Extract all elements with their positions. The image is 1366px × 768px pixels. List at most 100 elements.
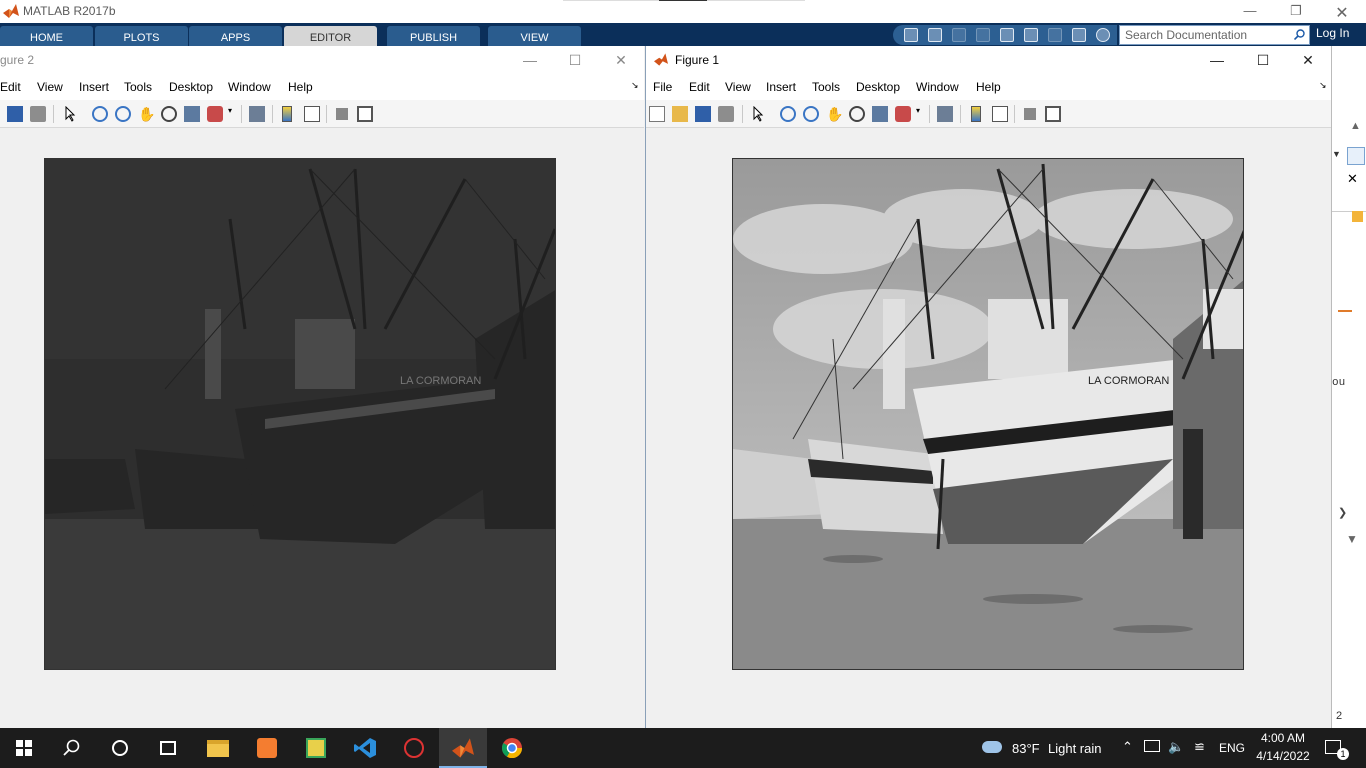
brush-dropdown-icon[interactable]: ▾ <box>228 106 236 122</box>
tab-plots[interactable]: PLOTS <box>95 26 188 46</box>
data-cursor-icon[interactable] <box>872 106 888 122</box>
copy-icon[interactable] <box>976 28 990 42</box>
zoom-out-icon[interactable] <box>115 106 131 122</box>
paste-icon[interactable] <box>1000 28 1014 42</box>
new-figure-icon[interactable] <box>649 106 665 122</box>
search-icon[interactable] <box>1347 147 1365 165</box>
wifi-icon[interactable]: ≌ <box>1194 739 1205 755</box>
close-icon[interactable]: ✕ <box>1347 171 1358 187</box>
menu-help[interactable]: Help <box>288 80 313 94</box>
search-button[interactable] <box>48 728 96 768</box>
network-drive-icon[interactable] <box>1144 740 1160 752</box>
pan-icon[interactable]: ✋ <box>138 106 155 122</box>
weather-temperature[interactable]: 83°F <box>1012 741 1040 756</box>
tab-home[interactable]: HOME <box>0 26 93 46</box>
rotate-icon[interactable] <box>849 106 865 122</box>
menu-view[interactable]: View <box>37 80 63 94</box>
menu-desktop[interactable]: Desktop <box>169 80 213 94</box>
redo-icon[interactable] <box>1048 28 1062 42</box>
restore-button[interactable]: ❐ <box>1276 3 1316 19</box>
colorbar-icon[interactable] <box>282 106 292 122</box>
colorbar-icon[interactable] <box>971 106 981 122</box>
menu-window[interactable]: Window <box>228 80 271 94</box>
language-indicator[interactable]: ENG <box>1219 741 1245 755</box>
cut-icon[interactable] <box>952 28 966 42</box>
help-icon[interactable] <box>1096 28 1110 42</box>
figure-2-image-axes[interactable]: LA CORMORAN <box>44 158 556 670</box>
dock-arrow-icon[interactable]: ↘ <box>631 80 639 91</box>
rotate-icon[interactable] <box>161 106 177 122</box>
collapse-arrow-icon[interactable]: ▲ <box>1350 120 1361 132</box>
link-plot-icon[interactable] <box>249 106 265 122</box>
undo-icon[interactable] <box>1024 28 1038 42</box>
dock-arrow-icon[interactable]: ↘ <box>1319 80 1327 91</box>
dropdown-arrow-icon[interactable]: ▼ <box>1332 149 1341 159</box>
legend-icon[interactable] <box>992 106 1008 122</box>
tab-publish[interactable]: PUBLISH <box>387 26 480 46</box>
menu-edit[interactable]: Edit <box>689 80 710 94</box>
search-icon[interactable] <box>1294 29 1305 40</box>
hide-plot-tools-icon[interactable] <box>336 108 348 120</box>
data-cursor-icon[interactable] <box>184 106 200 122</box>
menu-help[interactable]: Help <box>976 80 1001 94</box>
print-icon[interactable] <box>718 106 734 122</box>
file-explorer-button[interactable] <box>194 728 242 768</box>
chrome-button[interactable] <box>488 728 536 768</box>
show-plot-tools-icon[interactable] <box>1045 106 1061 122</box>
save-icon[interactable] <box>695 106 711 122</box>
scroll-right-icon[interactable]: ❯ <box>1338 506 1347 519</box>
tab-view[interactable]: VIEW <box>488 26 581 46</box>
menu-desktop[interactable]: Desktop <box>856 80 900 94</box>
zoom-in-icon[interactable] <box>780 106 796 122</box>
matlab-taskbar-button[interactable] <box>439 728 487 768</box>
tab-apps[interactable]: APPS <box>189 26 282 46</box>
save-icon[interactable] <box>928 28 942 42</box>
print-icon[interactable] <box>30 106 46 122</box>
zoom-out-icon[interactable] <box>803 106 819 122</box>
zoom-in-icon[interactable] <box>92 106 108 122</box>
cortana-button[interactable] <box>96 728 144 768</box>
hide-plot-tools-icon[interactable] <box>1024 108 1036 120</box>
close-button[interactable]: ✕ <box>610 52 632 69</box>
close-button[interactable]: ✕ <box>1297 52 1319 69</box>
menu-file[interactable]: File <box>653 80 672 94</box>
weather-description[interactable]: Light rain <box>1048 741 1101 756</box>
menu-edit[interactable]: Edit <box>0 80 21 94</box>
close-button[interactable]: ✕ <box>1322 3 1362 23</box>
menu-insert[interactable]: Insert <box>766 80 796 94</box>
minimize-button[interactable]: — <box>1206 52 1228 68</box>
brush-dropdown-icon[interactable]: ▾ <box>916 106 924 122</box>
menu-tools[interactable]: Tools <box>124 80 152 94</box>
app-button[interactable] <box>292 728 340 768</box>
show-hidden-icons-icon[interactable]: ⌃ <box>1122 739 1133 755</box>
shortcut-icon[interactable] <box>904 28 918 42</box>
minimize-button[interactable]: — <box>519 52 541 68</box>
vscode-button[interactable] <box>341 728 389 768</box>
pointer-icon[interactable] <box>62 105 78 122</box>
minimize-button[interactable]: — <box>1230 3 1270 18</box>
save-icon[interactable] <box>7 106 23 122</box>
clock-date[interactable]: 4/14/2022 <box>1253 749 1313 763</box>
pointer-icon[interactable] <box>750 105 766 122</box>
switch-windows-icon[interactable] <box>1072 28 1086 42</box>
brush-icon[interactable] <box>207 106 223 122</box>
menu-tools[interactable]: Tools <box>812 80 840 94</box>
tab-editor[interactable]: EDITOR <box>284 26 377 46</box>
xampp-button[interactable] <box>243 728 291 768</box>
show-plot-tools-icon[interactable] <box>357 106 373 122</box>
figure-1-image-axes[interactable]: LA CORMORAN <box>732 158 1244 670</box>
task-view-button[interactable] <box>144 728 192 768</box>
login-button[interactable]: Log In <box>1316 26 1349 40</box>
legend-icon[interactable] <box>304 106 320 122</box>
menu-view[interactable]: View <box>725 80 751 94</box>
menu-window[interactable]: Window <box>916 80 959 94</box>
maximize-button[interactable]: ☐ <box>564 52 586 69</box>
maximize-button[interactable]: ☐ <box>1252 52 1274 69</box>
clock-time[interactable]: 4:00 AM <box>1258 731 1308 745</box>
pan-icon[interactable]: ✋ <box>826 106 843 122</box>
link-plot-icon[interactable] <box>937 106 953 122</box>
start-button[interactable] <box>0 728 48 768</box>
open-file-icon[interactable] <box>672 106 688 122</box>
brush-icon[interactable] <box>895 106 911 122</box>
spider-app-button[interactable] <box>390 728 438 768</box>
